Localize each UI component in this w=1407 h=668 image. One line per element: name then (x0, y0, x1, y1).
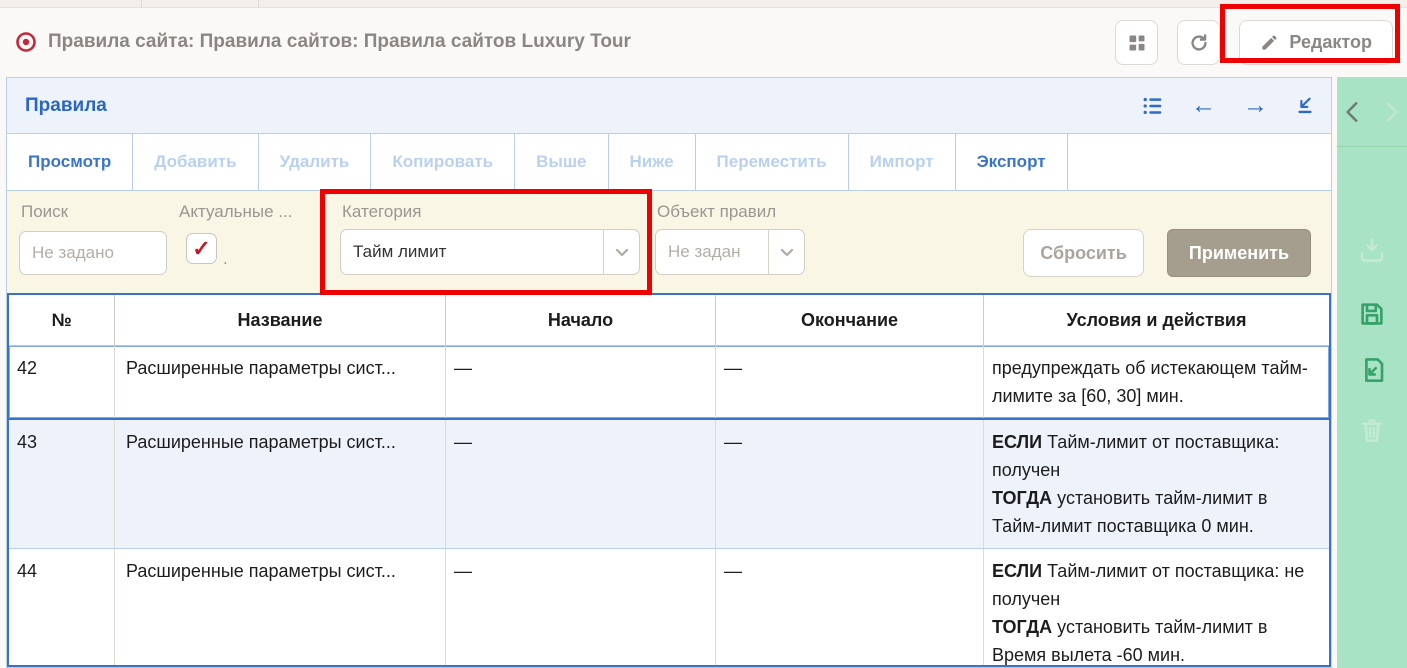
table-row[interactable]: 43Расширенные параметры сист...——ЕСЛИ Та… (9, 420, 1329, 549)
tab-divider (141, 0, 142, 8)
rules-toolbar: ПросмотрДобавитьУдалитьКопироватьВышеНиж… (7, 134, 1331, 191)
category-select-value: Тайм лимит (341, 230, 603, 274)
toolbar-button: Ниже (609, 134, 696, 190)
app-header: Правила сайта: Правила сайтов: Правила с… (0, 9, 1407, 75)
reset-button[interactable]: Сбросить (1023, 229, 1144, 277)
panel-titlebar-icons: ← → (1142, 93, 1331, 118)
category-select[interactable]: Тайм лимит (340, 229, 640, 275)
column-header: Условия и действия (984, 295, 1329, 345)
toolbar-button: Переместить (696, 134, 849, 190)
panel-title: Правила (25, 95, 107, 117)
chevron-right-icon (1378, 97, 1404, 127)
chevron-down-icon (603, 230, 639, 274)
rule-object-label: Объект правил (657, 202, 776, 222)
page-title: Правила сайта: Правила сайтов: Правила с… (48, 31, 631, 53)
column-header: Начало (446, 295, 716, 345)
table-header-row: №НазваниеНачалоОкончаниеУсловия и действ… (9, 295, 1329, 346)
dock-down-icon[interactable] (1295, 96, 1315, 116)
toolbar-button: Импорт (849, 134, 956, 190)
target-icon (14, 30, 38, 54)
toolbar-button[interactable]: Экспорт (956, 134, 1068, 190)
rule-name: Расширенные параметры сист... (115, 420, 446, 548)
rule-conditions: ЕСЛИ Тайм-лимит от поставщика: полученТО… (984, 420, 1329, 548)
row-number: 44 (9, 549, 115, 667)
pencil-icon (1260, 33, 1279, 52)
column-header: № (9, 295, 115, 345)
rule-object-select[interactable]: Не задан (655, 229, 805, 275)
column-header: Название (115, 295, 446, 345)
side-nav (1337, 77, 1407, 147)
check-icon: ✓ (192, 238, 210, 260)
rule-end: — (716, 420, 984, 548)
rule-name: Расширенные параметры сист... (115, 346, 446, 418)
actual-label: Актуальные ... (179, 202, 292, 222)
editor-button-label: Редактор (1289, 32, 1372, 53)
rule-start: — (446, 346, 716, 418)
arrow-left-icon[interactable]: ← (1191, 93, 1216, 118)
panel-titlebar: Правила ← → (7, 78, 1331, 134)
rule-name: Расширенные параметры сист... (115, 549, 446, 667)
apply-button[interactable]: Применить (1167, 229, 1311, 277)
rule-conditions: ЕСЛИ Тайм-лимит от поставщика: не получе… (984, 549, 1329, 667)
toolbar-button: Добавить (133, 134, 258, 190)
browser-tab-strip (0, 0, 1407, 8)
editor-button[interactable]: Редактор (1239, 20, 1393, 65)
actual-checkbox[interactable]: ✓ (186, 233, 217, 264)
rules-table: №НазваниеНачалоОкончаниеУсловия и действ… (7, 293, 1331, 667)
header-actions: Редактор (1115, 20, 1393, 65)
table-row[interactable]: 44Расширенные параметры сист...——ЕСЛИ Та… (9, 549, 1329, 667)
category-label: Категория (342, 202, 421, 222)
tray-download-icon (1357, 235, 1387, 265)
row-number: 42 (9, 346, 115, 418)
toolbar-button: Выше (515, 134, 608, 190)
export-document-icon[interactable] (1357, 355, 1387, 385)
refresh-button[interactable] (1177, 20, 1220, 65)
search-label: Поиск (21, 202, 68, 222)
grid-view-button[interactable] (1115, 20, 1158, 65)
filter-bar: Поиск Актуальные ... ✓ . Категория Тайм … (7, 191, 1331, 293)
chevron-down-icon (768, 230, 804, 274)
refresh-icon (1188, 32, 1210, 54)
table-body: 42Расширенные параметры сист...——предупр… (9, 346, 1329, 667)
screen: Правила сайта: Правила сайтов: Правила с… (0, 0, 1407, 668)
rule-object-select-value: Не задан (656, 230, 768, 274)
rule-start: — (446, 420, 716, 548)
tab-divider (258, 0, 259, 8)
trash-icon (1357, 415, 1387, 445)
search-input[interactable] (19, 231, 167, 275)
table-row[interactable]: 42Расширенные параметры сист...——предупр… (9, 346, 1329, 420)
toolbar-button: Удалить (259, 134, 372, 190)
grid-icon (1127, 33, 1147, 53)
row-number: 43 (9, 420, 115, 548)
column-header: Окончание (716, 295, 984, 345)
save-icon[interactable] (1357, 299, 1387, 329)
list-icon[interactable] (1142, 95, 1164, 117)
rule-end: — (716, 549, 984, 667)
side-toolbar (1337, 77, 1407, 668)
arrow-right-icon[interactable]: → (1243, 93, 1268, 118)
toolbar-button: Копировать (371, 134, 515, 190)
toolbar-button[interactable]: Просмотр (7, 134, 133, 190)
rule-end: — (716, 346, 984, 418)
rule-conditions: предупреждать об истекающем тайм-лимите … (984, 346, 1329, 418)
actual-suffix: . (223, 249, 228, 269)
chevron-left-icon[interactable] (1340, 97, 1366, 127)
rules-panel: Правила ← → ПросмотрДобавитьУдалитьКопир… (6, 77, 1332, 668)
rule-start: — (446, 549, 716, 667)
